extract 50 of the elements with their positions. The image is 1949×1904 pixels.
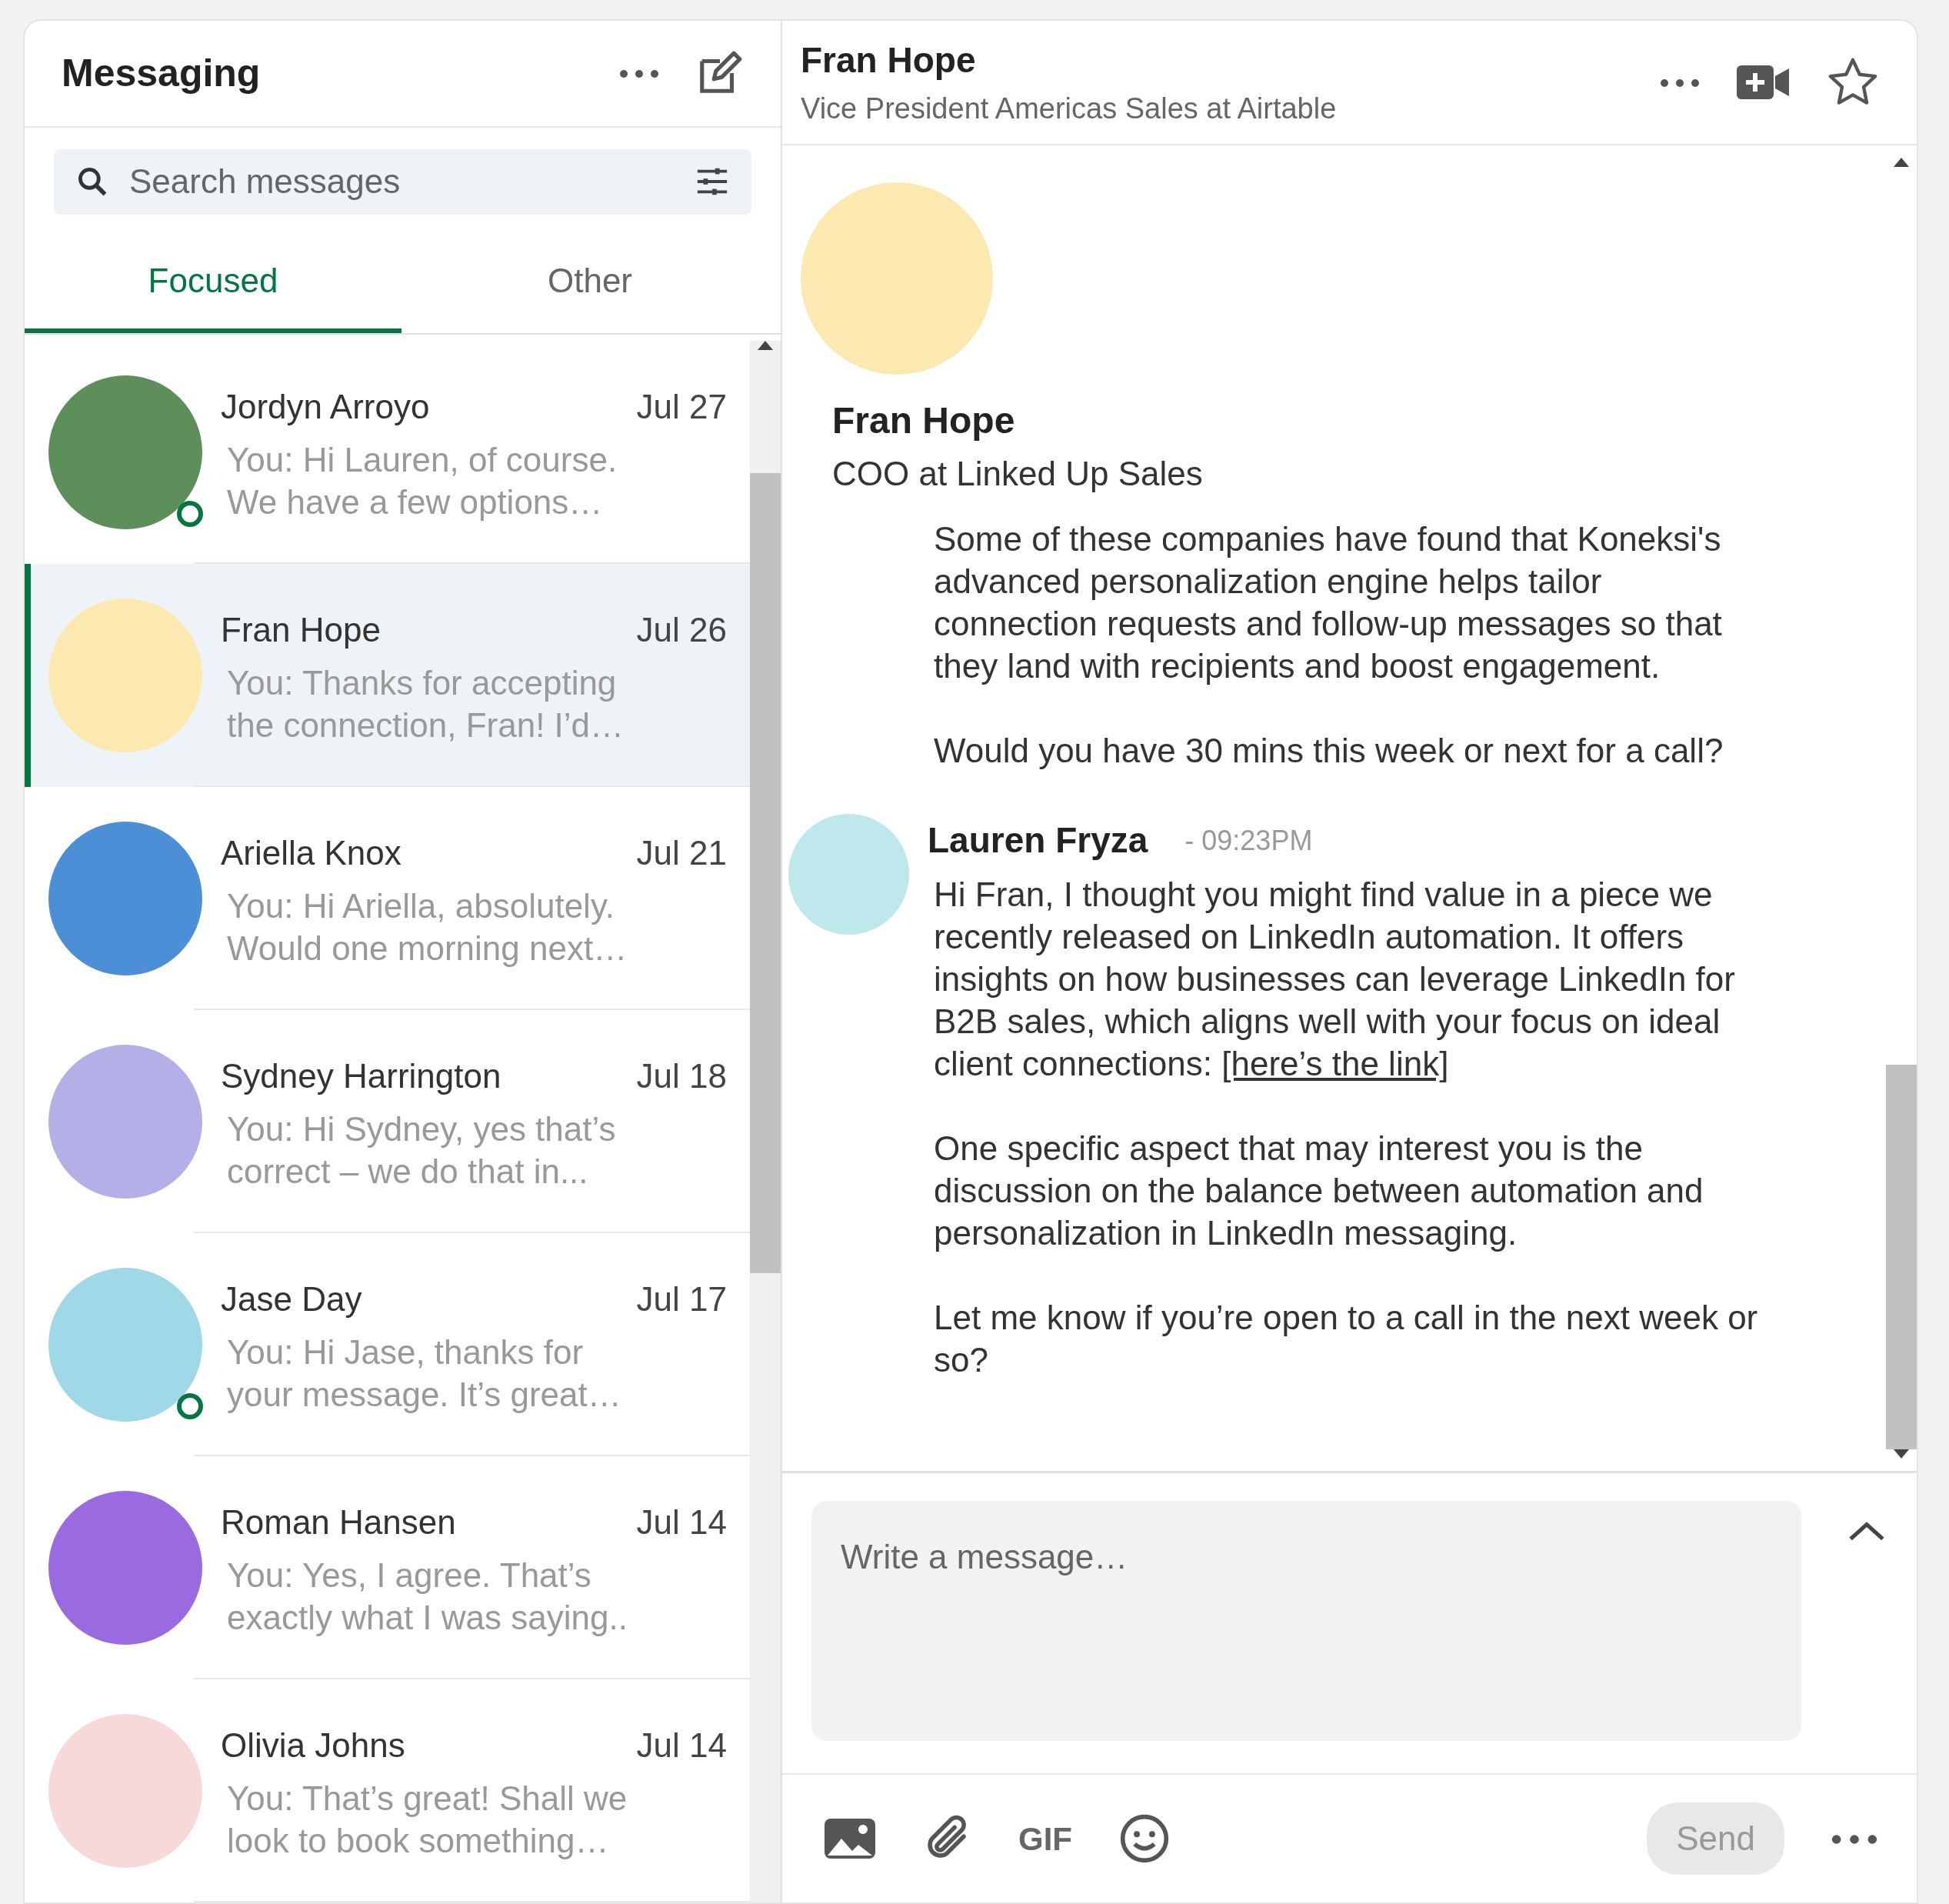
message-preview: You: Hi Ariella, absolutely. Would one morning next… — [227, 886, 628, 969]
message-date: Jul 14 — [636, 1726, 727, 1766]
message-link[interactable]: [here’s the link] — [1221, 1045, 1449, 1082]
ellipsis-icon — [619, 69, 659, 79]
tab[interactable]: Focused — [25, 233, 401, 333]
message-date: Jul 21 — [636, 833, 727, 873]
contact-name: Jase Day — [221, 1279, 362, 1319]
emoji-icon[interactable] — [1118, 1812, 1171, 1865]
contact-name: Ariella Knox — [221, 833, 401, 873]
message-text: One specific aspect that may interest you is the discussion on the balance between automation and personalization in LinkedIn messaging. — [934, 1129, 1704, 1253]
image-icon[interactable] — [825, 1819, 875, 1859]
message-preview: You: Hi Jase, thanks for your message. It’s great… — [227, 1332, 622, 1415]
contact-name: Fran Hope — [801, 39, 977, 82]
message-date: Jul 27 — [636, 387, 727, 427]
message-text: Some of these companies have found that Koneksi's advanced personalization engine helps tailor connection requests and follow-up messages so that they land with recipients and boost engagement. — [934, 519, 1723, 686]
message-text: Would you have 30 mins this week or next for a call? — [934, 731, 1724, 771]
message-preview: You: Hi Sydney, yes that’s correct – we do that in... — [227, 1109, 617, 1192]
profile-name: Fran Hope — [832, 399, 1016, 442]
message-date: Jul 17 — [636, 1279, 727, 1319]
scroll-up-icon — [758, 341, 773, 350]
contact-name: Olivia Johns — [221, 1726, 405, 1766]
conversation-item[interactable]: Fran Hope Jul 26 You: Thanks for accepting the connection, Fran! I’d… — [25, 564, 750, 787]
ellipsis-icon — [1831, 1833, 1878, 1845]
message-time: - 09:23PM — [1184, 823, 1313, 858]
tab[interactable]: Other — [401, 233, 778, 333]
contact-name: Jordyn Arroyo — [221, 387, 430, 427]
message-text: Let me know if you’re open to a call in the next week or so? — [934, 1298, 1759, 1380]
message-text: Hi Fran, I thought you might find value in a piece we recently released on LinkedIn automation. It offers insights on how businesses can leverage LinkedIn for B2B sales, which aligns well with your focus on ideal client connections: [here’s the link] — [934, 875, 1736, 1084]
search-field[interactable]: Search messages — [54, 148, 751, 215]
message-input[interactable]: Write a message… — [811, 1501, 1801, 1741]
message-date: Jul 18 — [636, 1056, 727, 1096]
gif-button[interactable]: GIF — [1018, 1814, 1072, 1863]
sender-name: Lauren Fryza — [928, 819, 1148, 862]
contact-name: Sydney Harrington — [221, 1056, 501, 1096]
contact-headline: Vice President Americas Sales at Airtable — [801, 92, 1337, 126]
message-preview: You: Hi Lauren, of course. We have a few options… — [227, 440, 618, 522]
video-call-icon[interactable] — [1737, 65, 1789, 99]
message-preview: You: Thanks for accepting the connection, Fran! I’d… — [227, 663, 625, 745]
search-input[interactable]: Search messages — [128, 155, 676, 208]
contact-name: Fran Hope — [221, 610, 381, 650]
message-preview: You: That’s great! Shall we look to book something… — [227, 1779, 628, 1861]
panel-title: Messaging — [62, 50, 261, 96]
message-date: Jul 26 — [636, 610, 727, 650]
message-date: Jul 14 — [636, 1502, 727, 1542]
profile-headline: COO at Linked Up Sales — [832, 454, 1204, 494]
scrollbar[interactable] — [750, 341, 781, 1902]
scroll-up-icon — [1894, 158, 1909, 167]
message-preview: You: Yes, I agree. That’s exactly what I was saying.. — [227, 1556, 628, 1638]
contact-name: Roman Hansen — [221, 1502, 456, 1542]
ellipsis-icon — [1660, 78, 1700, 88]
